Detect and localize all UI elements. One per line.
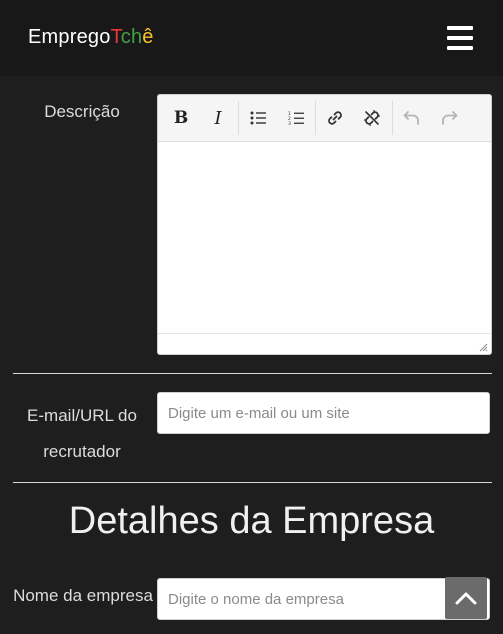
bullet-list-icon xyxy=(250,111,266,125)
recruiter-label-line2: recrutador xyxy=(43,442,121,461)
chevron-up-icon xyxy=(455,592,477,605)
toolbar-separator xyxy=(315,101,316,135)
rich-text-editor[interactable]: B I 123 xyxy=(157,94,492,355)
company-name-input[interactable] xyxy=(157,578,490,620)
recruiter-email-url-input[interactable] xyxy=(157,392,490,434)
logo-letter-t: T xyxy=(110,26,121,48)
form-divider xyxy=(13,373,492,374)
logo-text-emprego: Emprego xyxy=(28,26,111,48)
hamburger-bar xyxy=(447,46,473,50)
undo-icon xyxy=(403,111,419,125)
bullet-list-button[interactable] xyxy=(241,101,275,135)
numbered-list-button[interactable]: 123 xyxy=(279,101,313,135)
logo-letters-ch: ch xyxy=(120,26,143,48)
company-details-heading: Detalhes da Empresa xyxy=(68,500,435,542)
recruiter-label: E-mail/URL do recrutador xyxy=(20,398,144,470)
scroll-to-top-button[interactable] xyxy=(445,577,487,619)
numbered-list-icon: 123 xyxy=(288,111,304,126)
insert-link-button[interactable] xyxy=(318,101,352,135)
site-header: EmpregoTchê xyxy=(0,0,503,76)
logo-letter-e: ê xyxy=(142,26,154,48)
bold-button[interactable]: B xyxy=(164,101,198,135)
redo-icon xyxy=(442,111,458,125)
link-icon xyxy=(328,111,342,125)
description-label: Descrição xyxy=(44,102,120,121)
recruiter-label-line1: E-mail/URL do xyxy=(27,406,137,425)
toolbar-separator xyxy=(238,101,239,135)
editor-toolbar: B I 123 xyxy=(158,95,491,142)
redo-button[interactable] xyxy=(432,101,466,135)
editor-statusbar xyxy=(158,333,491,354)
svg-text:3: 3 xyxy=(288,121,291,126)
company-name-label: Nome da empresa xyxy=(13,586,153,605)
hamburger-menu-icon[interactable] xyxy=(447,26,473,50)
hamburger-bar xyxy=(447,36,473,40)
toolbar-separator xyxy=(392,101,393,135)
hamburger-bar xyxy=(447,26,473,30)
resize-grip-icon xyxy=(479,343,488,352)
undo-button[interactable] xyxy=(395,101,429,135)
site-logo[interactable]: EmpregoTchê xyxy=(28,26,154,49)
form-divider xyxy=(13,482,492,483)
remove-link-button[interactable] xyxy=(355,101,389,135)
unlink-icon xyxy=(364,110,380,126)
editor-content-area[interactable] xyxy=(158,142,491,333)
italic-button[interactable]: I xyxy=(201,101,235,135)
